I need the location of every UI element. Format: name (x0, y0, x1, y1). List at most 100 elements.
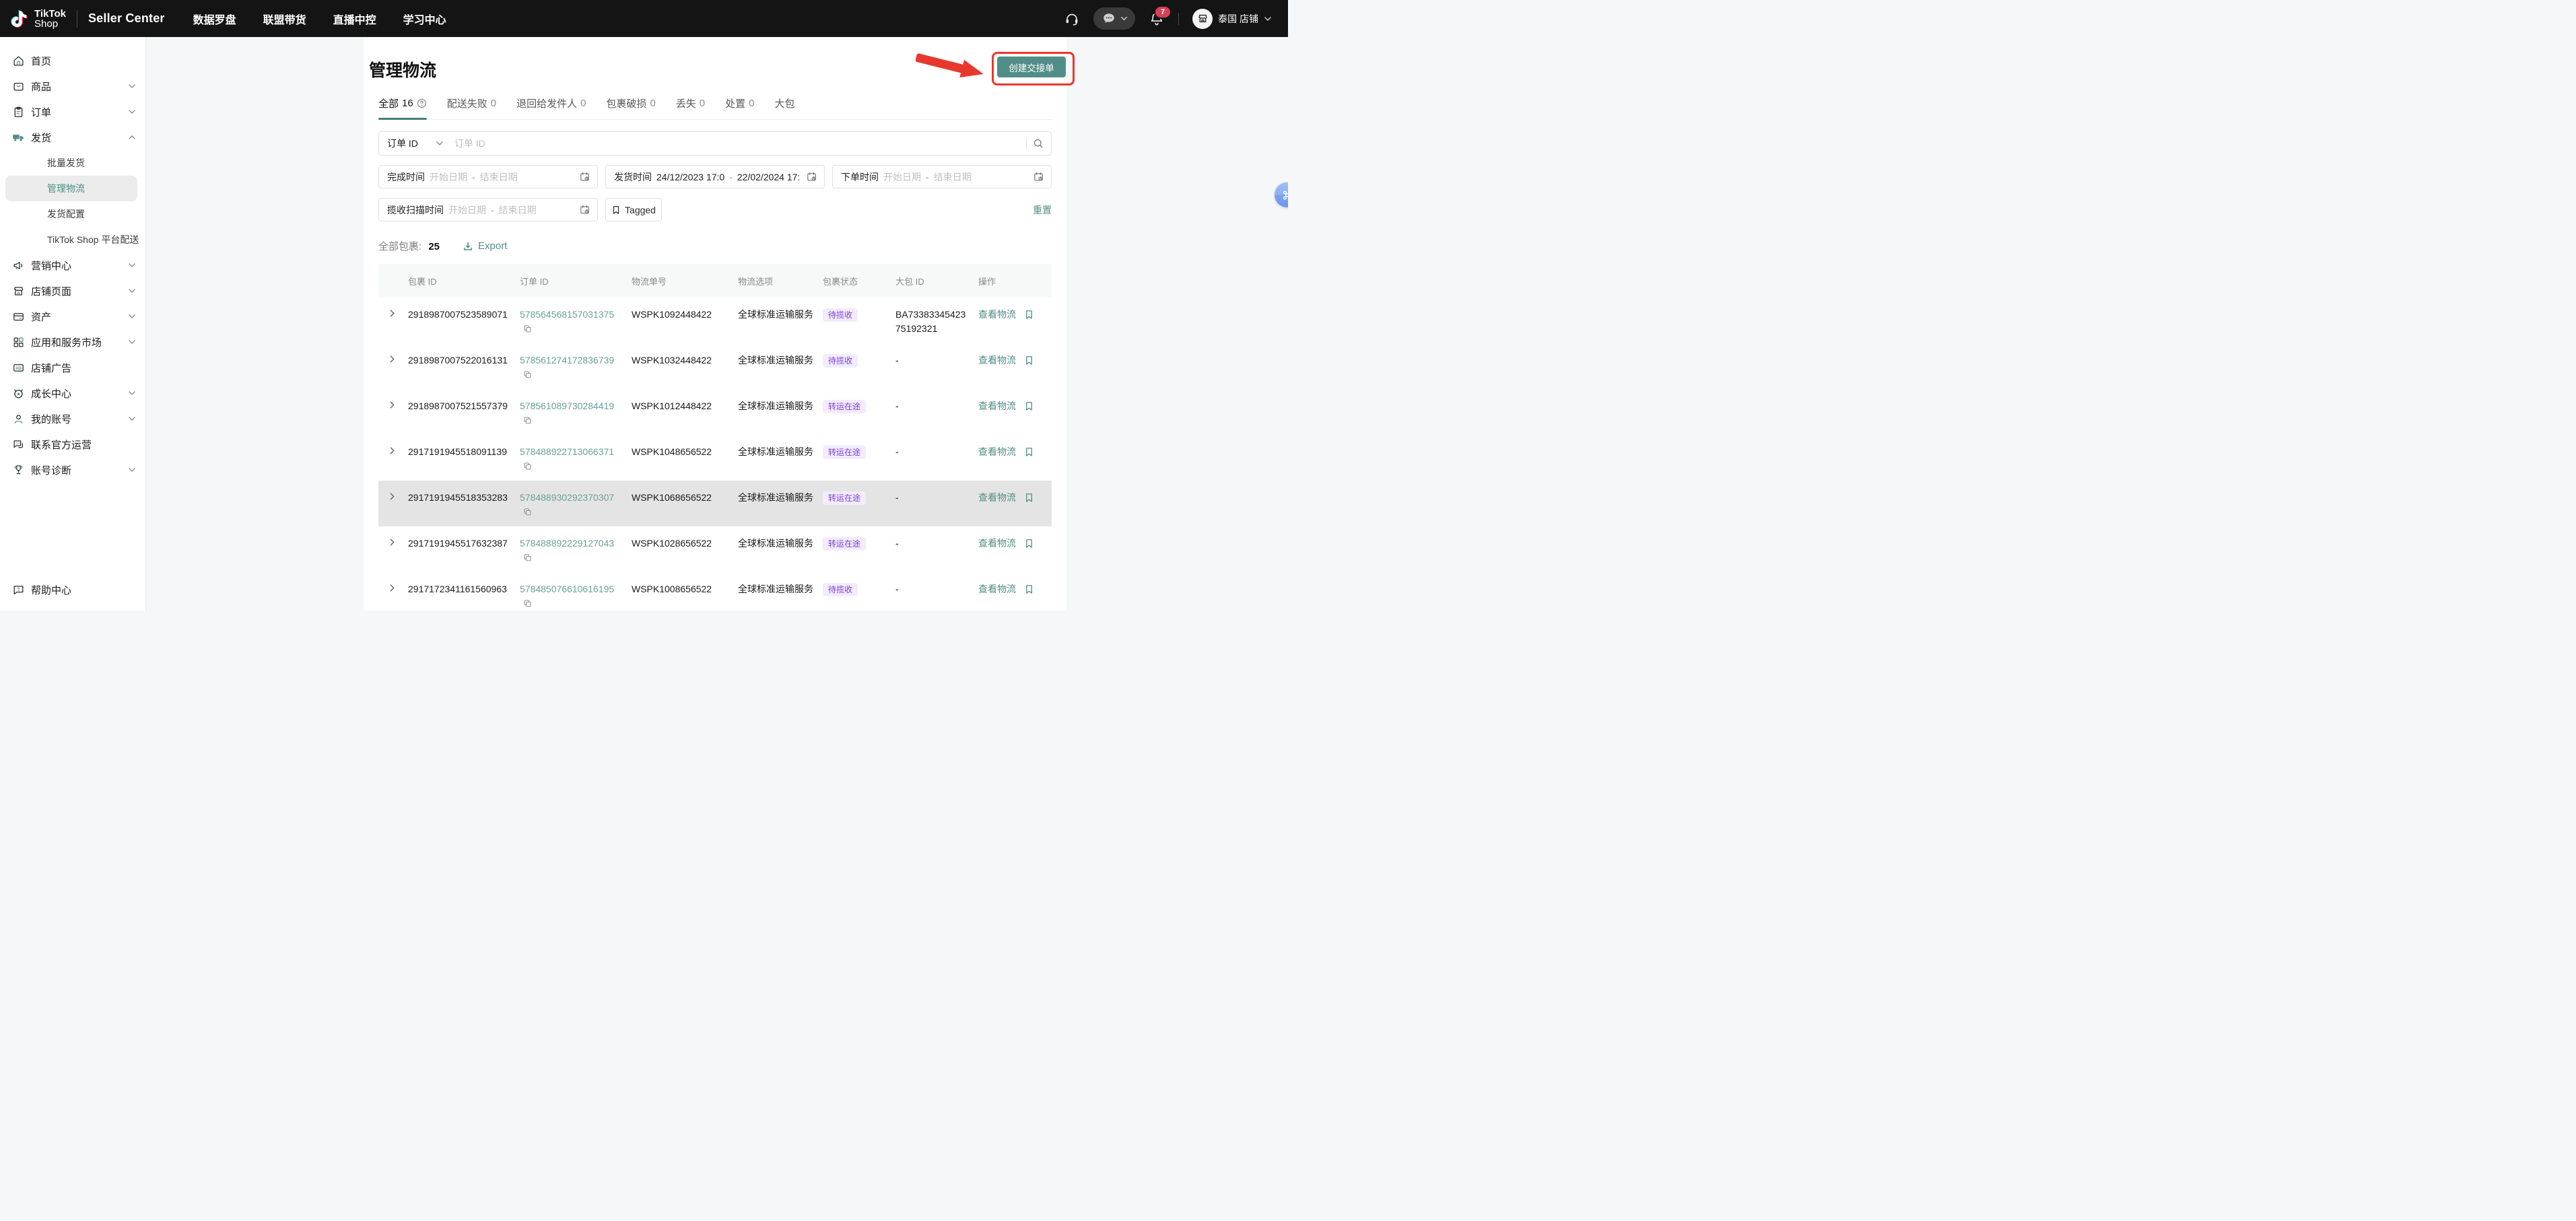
row-expand-chevron[interactable] (388, 446, 397, 455)
tab-label: 丢失 (676, 96, 696, 110)
search-icon[interactable] (1032, 137, 1044, 149)
bookmark-icon[interactable] (1024, 447, 1034, 457)
sidebar-item-contact-ops[interactable]: 联系官方运营 (0, 431, 145, 457)
filter-label: 揽收扫描时间 (387, 203, 444, 217)
sidebar-item-growth-center[interactable]: 成长中心 (0, 380, 145, 406)
tagged-label: Tagged (625, 205, 656, 215)
tracking-number-cell: WSPK1012448422 (632, 399, 738, 413)
bookmark-icon[interactable] (1024, 401, 1034, 411)
order-id-link[interactable]: 578488930292370307 (520, 492, 614, 503)
sidebar-item-products[interactable]: 商品 (0, 73, 145, 99)
sidebar-item-bulk-shipping[interactable]: 批量发货 (0, 150, 145, 176)
chevron-down-icon (128, 312, 136, 320)
sidebar-item-my-account[interactable]: 我的账号 (0, 406, 145, 431)
nav-affiliate[interactable]: 联盟带货 (263, 11, 306, 27)
copy-icon[interactable] (523, 415, 532, 429)
tab-disposal[interactable]: 处置0 (725, 96, 754, 119)
sidebar-item-app-marketplace[interactable]: 应用和服务市场 (0, 329, 145, 355)
create-handover-button[interactable]: 创建交接单 (997, 57, 1066, 77)
filter-scan-time[interactable]: 揽收扫描时间 开始日期 - 结束日期 (378, 198, 598, 221)
view-logistics-link[interactable]: 查看物流 (978, 582, 1016, 596)
tab-all[interactable]: 全部 16 (378, 96, 427, 119)
copy-icon[interactable] (523, 506, 532, 520)
sidebar-item-shop-pages[interactable]: 店铺页面 (0, 278, 145, 304)
row-expand-chevron[interactable] (388, 584, 397, 592)
copy-icon[interactable] (523, 460, 532, 475)
nav-data-compass[interactable]: 数据罗盘 (193, 11, 236, 27)
tab-returned-to-sender[interactable]: 退回给发件人0 (516, 96, 586, 119)
row-expand-chevron[interactable] (388, 400, 397, 409)
view-logistics-link[interactable]: 查看物流 (978, 491, 1016, 505)
sidebar-item-shipping-config[interactable]: 发货配置 (0, 201, 145, 227)
ads-icon: AD (12, 361, 25, 374)
sidebar-item-manage-logistics[interactable]: 管理物流 (5, 176, 137, 201)
row-expand-chevron[interactable] (388, 492, 397, 501)
main-content: 管理物流 创建交接单 全部 16 配送失败0 退回给发件人0 包裹破损0 (364, 37, 1066, 610)
notifications-button[interactable]: 7 (1149, 11, 1165, 27)
order-id-link[interactable]: 578485076610616195 (520, 584, 614, 594)
bookmark-icon[interactable] (1024, 355, 1034, 365)
question-circle-icon[interactable] (417, 98, 427, 108)
bookmark-icon[interactable] (1024, 493, 1034, 503)
bookmark-icon[interactable] (1024, 310, 1034, 320)
copy-icon[interactable] (523, 598, 532, 610)
nav-learning-center[interactable]: 学习中心 (403, 11, 446, 27)
row-expand-chevron[interactable] (388, 309, 397, 318)
sidebar-item-marketing[interactable]: 营销中心 (0, 252, 145, 278)
col-actions: 操作 (978, 275, 1052, 287)
view-logistics-link[interactable]: 查看物流 (978, 536, 1016, 551)
tab-delivery-failed[interactable]: 配送失败0 (447, 96, 496, 119)
order-id-link[interactable]: 578561274172836739 (520, 355, 614, 365)
tagged-filter-button[interactable]: Tagged (605, 198, 662, 221)
filter-start-date: 开始日期 (430, 170, 467, 184)
filter-complete-time[interactable]: 完成时间 开始日期 - 结束日期 (378, 165, 598, 188)
view-logistics-link[interactable]: 查看物流 (978, 353, 1016, 368)
nav-live-console[interactable]: 直播中控 (333, 11, 376, 27)
svg-text:AD: AD (15, 367, 22, 371)
filter-ship-time[interactable]: 发货时间 24/12/2023 17:0 - 22/02/2024 17: (605, 165, 825, 188)
storefront-icon (12, 285, 25, 298)
bookmark-icon[interactable] (1024, 584, 1034, 594)
view-logistics-link[interactable]: 查看物流 (978, 445, 1016, 459)
search-input[interactable] (453, 137, 1026, 149)
view-logistics-link[interactable]: 查看物流 (978, 399, 1016, 413)
package-id-cell: 2917191945517632387 (408, 536, 520, 551)
sidebar-item-shop-ads[interactable]: AD 店铺广告 (0, 355, 145, 380)
sidebar-item-orders[interactable]: 订单 (0, 99, 145, 125)
messages-button[interactable] (1093, 7, 1135, 30)
row-expand-chevron[interactable] (388, 538, 397, 547)
tab-count: 0 (650, 98, 655, 109)
order-id-link[interactable]: 578561089730284419 (520, 400, 614, 411)
reset-filters-link[interactable]: 重置 (1033, 203, 1052, 217)
tab-package-damaged[interactable]: 包裹破损0 (606, 96, 655, 119)
order-id-link[interactable]: 578488892229127043 (520, 538, 614, 549)
bookmark-icon[interactable] (1024, 538, 1034, 549)
row-expand-chevron[interactable] (388, 355, 397, 363)
filter-order-time[interactable]: 下单时间 开始日期 - 结束日期 (832, 165, 1052, 188)
sidebar-item-account-health[interactable]: 账号诊断 (0, 457, 145, 483)
filter-row-dates: 完成时间 开始日期 - 结束日期 发货时间 24/12/2023 17:0 - … (378, 165, 1052, 188)
copy-icon[interactable] (523, 323, 532, 337)
sidebar-item-assets[interactable]: 资产 (0, 304, 145, 329)
tiktok-shop-logo[interactable]: TikTok Shop (9, 8, 66, 30)
view-logistics-link[interactable]: 查看物流 (978, 308, 1016, 322)
seller-center-title[interactable]: Seller Center (88, 11, 165, 26)
tab-big-bag[interactable]: 大包 (775, 96, 795, 119)
support-headset-icon[interactable] (1064, 11, 1080, 27)
copy-icon[interactable] (523, 552, 532, 566)
sidebar-item-home[interactable]: 首页 (0, 48, 145, 73)
export-button[interactable]: Export (463, 240, 507, 252)
tab-lost[interactable]: 丢失0 (676, 96, 705, 119)
copy-icon[interactable] (523, 369, 532, 383)
command-float-button[interactable] (1275, 182, 1288, 207)
sidebar-item-help-center[interactable]: ? 帮助中心 (0, 577, 145, 602)
search-category-select[interactable]: 订单 ID (387, 137, 444, 150)
sidebar-item-platform-delivery[interactable]: TikTok Shop 平台配送 (0, 227, 145, 252)
sidebar-item-label: 营销中心 (31, 258, 122, 273)
order-id-link[interactable]: 578564568157031375 (520, 309, 614, 320)
sidebar-item-shipping[interactable]: 发货 (0, 125, 145, 150)
search-category-value: 订单 ID (387, 137, 418, 150)
order-id-link[interactable]: 578488922713066371 (520, 446, 614, 457)
shop-switcher[interactable]: 泰国 店铺 (1192, 9, 1272, 29)
chevron-down-icon (128, 82, 136, 90)
